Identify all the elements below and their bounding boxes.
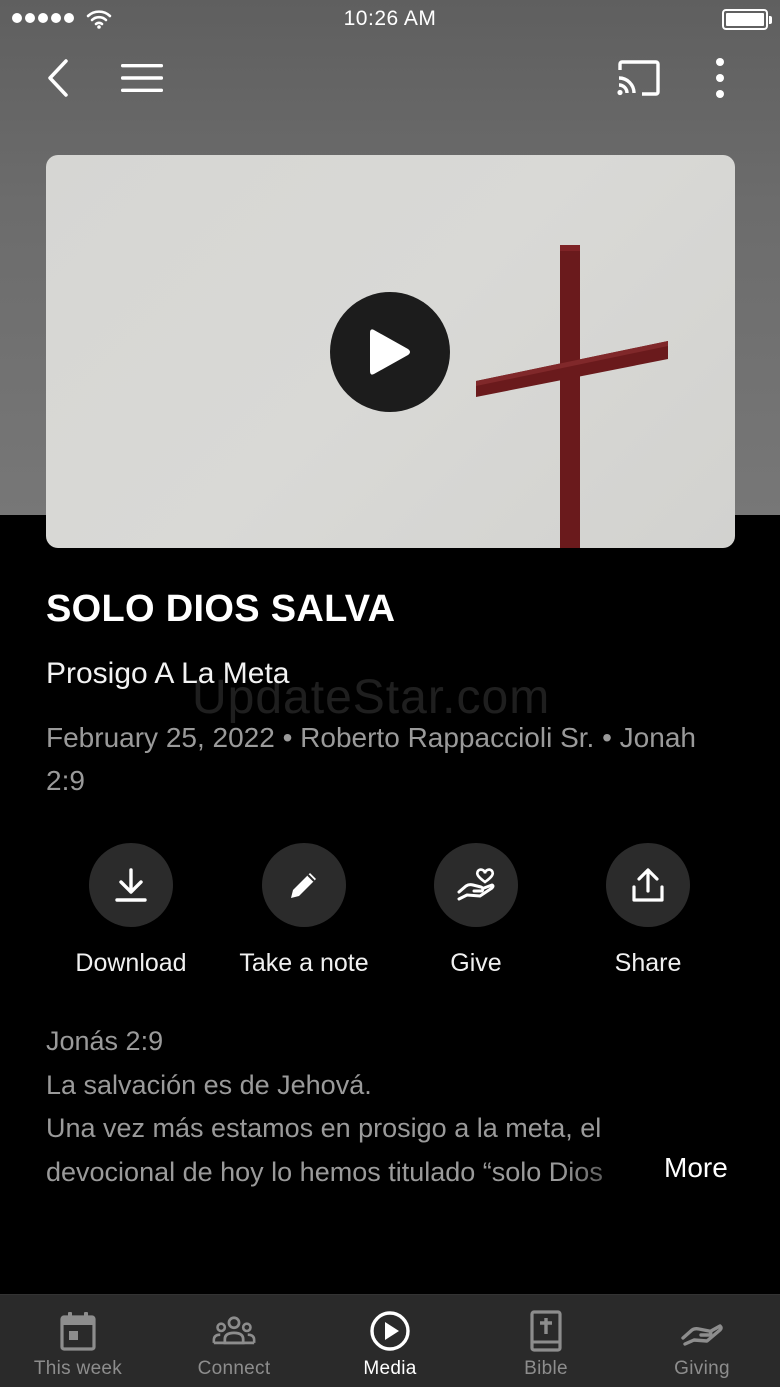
play-circle-icon: [370, 1311, 410, 1351]
tab-label: This week: [33, 1358, 123, 1379]
sermon-title: SOLO DIOS SALVA: [46, 588, 396, 630]
video-player[interactable]: [46, 155, 735, 548]
tab-bible[interactable]: Bible: [468, 1295, 624, 1387]
take-note-circle[interactable]: [262, 843, 346, 927]
tab-label: Bible: [524, 1358, 568, 1379]
sermon-meta: February 25, 2022 • Roberto Rappaccioli …: [46, 722, 696, 796]
tab-label: Connect: [197, 1358, 271, 1379]
download-icon: [115, 868, 147, 902]
description-line: Jonás 2:9: [46, 1026, 164, 1056]
tab-label: Giving: [674, 1358, 730, 1379]
cast-icon: [617, 60, 660, 96]
play-icon: [370, 329, 410, 375]
menu-button[interactable]: [116, 56, 168, 100]
status-bar: 10:26 AM: [0, 0, 780, 40]
download-label: Download: [75, 949, 187, 977]
more-options-button[interactable]: [700, 56, 740, 100]
people-icon: [212, 1316, 256, 1345]
cast-button[interactable]: [612, 56, 664, 100]
share-circle[interactable]: [606, 843, 690, 927]
give-heart-hand-icon: [457, 868, 495, 901]
description-line: La salvación es de Jehová.: [46, 1069, 372, 1100]
download-circle[interactable]: [89, 843, 173, 927]
give-label: Give: [450, 949, 502, 977]
battery-icon: [722, 9, 772, 30]
vertical-dots-icon: [716, 58, 724, 98]
back-button[interactable]: [36, 56, 80, 100]
share-label: Share: [614, 949, 682, 977]
download-button[interactable]: Download: [46, 843, 216, 978]
take-note-button[interactable]: Take a note: [219, 843, 389, 978]
tab-label: Media: [363, 1358, 417, 1379]
play-button[interactable]: [330, 292, 450, 412]
tab-connect[interactable]: Connect: [156, 1295, 312, 1387]
share-button[interactable]: Share: [563, 843, 733, 978]
tab-bar: This week Connect Media Bible Giving: [0, 1294, 780, 1387]
hamburger-icon: [121, 64, 163, 92]
chevron-left-icon: [48, 59, 68, 97]
bible-icon: [530, 1310, 562, 1352]
tab-media[interactable]: Media: [312, 1295, 468, 1387]
tab-giving[interactable]: Giving: [624, 1295, 780, 1387]
more-link[interactable]: More: [664, 1152, 728, 1184]
give-button[interactable]: Give: [391, 843, 561, 978]
calendar-icon: [60, 1312, 96, 1351]
share-icon: [632, 868, 664, 902]
pencil-icon: [291, 873, 316, 898]
tab-this-week[interactable]: This week: [0, 1295, 156, 1387]
description-line: Una vez más estamos en prosigo a la meta…: [46, 1113, 602, 1143]
give-circle[interactable]: [434, 843, 518, 927]
status-time: 10:26 AM: [343, 7, 437, 30]
take-note-label: Take a note: [239, 949, 369, 977]
giving-icon: [681, 1324, 723, 1346]
description-fade: [560, 1150, 670, 1194]
